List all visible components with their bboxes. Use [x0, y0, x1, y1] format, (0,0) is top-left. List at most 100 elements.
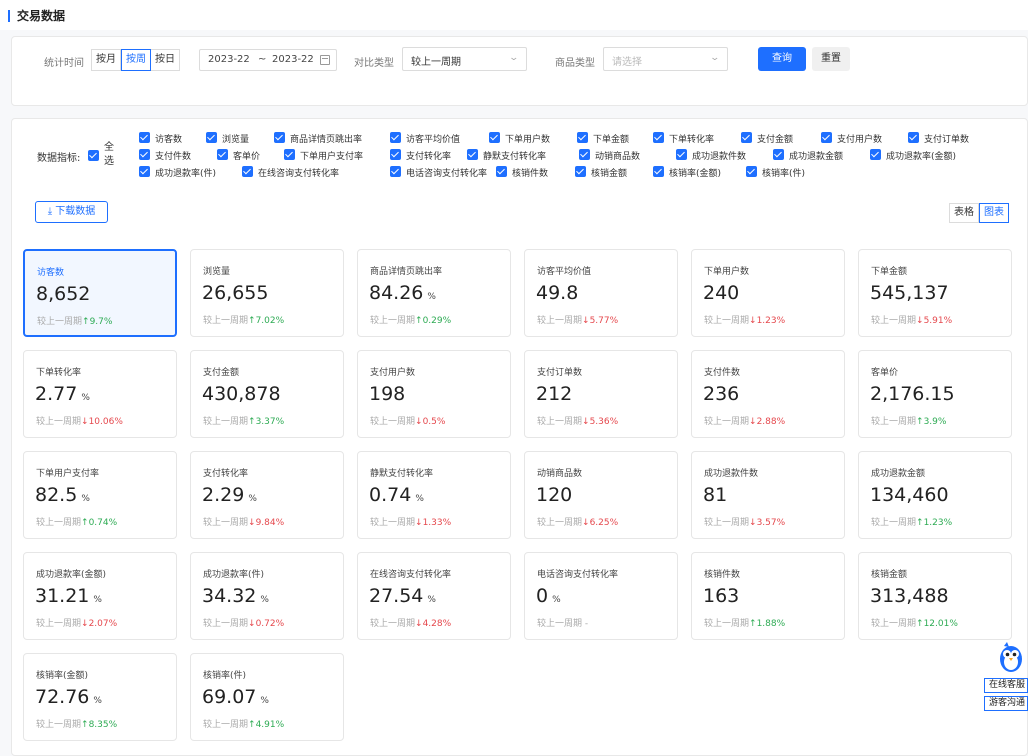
view-chart-button[interactable]: 图表 — [979, 203, 1009, 223]
trade-data-page: 交易数据 统计时间 按月 按周 按日 2023-22 ~ 2023-22 对比类… — [0, 0, 1028, 756]
kpi-card[interactable]: 支付件数 236 较上一周期↓2.88% — [691, 350, 845, 438]
kpi-card[interactable]: 下单转化率 2.77% 较上一周期↓10.06% — [23, 350, 177, 438]
metric-option-label: 支付金额 — [757, 135, 794, 145]
kpi-delta: ↑8.35% — [81, 720, 117, 730]
metric-checkbox[interactable] — [274, 132, 285, 143]
kpi-card[interactable]: 商品详情页跳出率 84.26% 较上一周期↑0.29% — [357, 249, 511, 337]
goods-type-select[interactable]: 请选择 ⌄ — [603, 47, 728, 71]
metric-option-label: 成功退款件数 — [692, 152, 747, 162]
metric-checkbox[interactable] — [579, 149, 590, 160]
metric-checkbox[interactable] — [242, 166, 253, 177]
kpi-card[interactable]: 核销件数 163 较上一周期↑1.88% — [691, 552, 845, 640]
kpi-card[interactable]: 在线咨询支付转化率 27.54% 较上一周期↓4.28% — [357, 552, 511, 640]
metric-checkbox[interactable] — [217, 149, 228, 160]
kpi-card[interactable]: 支付金额 430,878 较上一周期↑3.37% — [190, 350, 344, 438]
metric-checkbox[interactable] — [773, 149, 784, 160]
kpi-card[interactable]: 下单用户数 240 较上一周期↓1.23% — [691, 249, 845, 337]
kpi-value-row: 8,652 — [36, 283, 94, 305]
kpi-compare: 较上一周期↑8.35% — [36, 717, 117, 730]
metric-checkbox[interactable] — [653, 132, 664, 143]
metric-checkbox[interactable] — [139, 166, 150, 177]
kpi-delta-value: 5.91% — [923, 316, 953, 326]
date-end: 2023-22 — [272, 54, 314, 65]
view-table-button[interactable]: 表格 — [949, 203, 979, 223]
kpi-card[interactable]: 访客平均价值 49.8 较上一周期↓5.77% — [524, 249, 678, 337]
metric-checkbox[interactable] — [390, 166, 401, 177]
kpi-card[interactable]: 核销金额 313,488 较上一周期↑12.01% — [858, 552, 1012, 640]
select-all-checkbox[interactable] — [88, 150, 99, 161]
kpi-compare: 较上一周期↓5.77% — [537, 313, 618, 326]
metric-checkbox[interactable] — [575, 166, 586, 177]
kpi-card[interactable]: 核销率(金额) 72.76% 较上一周期↑8.35% — [23, 653, 177, 741]
metric-checkbox[interactable] — [390, 149, 401, 160]
compare-label: 对比类型 — [354, 58, 394, 69]
metric-checkbox[interactable] — [139, 149, 150, 160]
metric-checkbox[interactable] — [870, 149, 881, 160]
calendar-icon — [320, 55, 330, 65]
granularity-month[interactable]: 按月 — [91, 49, 121, 71]
kpi-card[interactable]: 支付转化率 2.29% 较上一周期↓9.84% — [190, 451, 344, 539]
kpi-card[interactable]: 访客数 8,652 较上一周期↑9.7% — [23, 249, 177, 337]
kpi-unit: % — [81, 494, 90, 504]
kpi-name: 成功退款件数 — [704, 469, 759, 479]
kpi-card[interactable]: 动销商品数 120 较上一周期↓6.25% — [524, 451, 678, 539]
kpi-delta-value: 0.29% — [422, 316, 452, 326]
metric-option-label: 支付件数 — [155, 152, 192, 162]
kpi-card[interactable]: 静默支付转化率 0.74% 较上一周期↓1.33% — [357, 451, 511, 539]
metric-checkbox[interactable] — [206, 132, 217, 143]
metric-checkbox[interactable] — [653, 166, 664, 177]
granularity-week[interactable]: 按周 — [121, 49, 151, 71]
kpi-card[interactable]: 成功退款金额 134,460 较上一周期↑1.23% — [858, 451, 1012, 539]
customer-service-widget[interactable]: 在线客服 游客沟通 — [984, 640, 1028, 712]
kpi-card[interactable]: 支付用户数 198 较上一周期↓0.5% — [357, 350, 511, 438]
arrow-down-icon: ↓ — [81, 417, 89, 427]
kpi-card[interactable]: 成功退款率(件) 34.32% 较上一周期↓0.72% — [190, 552, 344, 640]
kpi-delta: ↓1.23% — [749, 316, 785, 326]
metric-checkbox[interactable] — [489, 132, 500, 143]
kpi-card[interactable]: 下单金额 545,137 较上一周期↓5.91% — [858, 249, 1012, 337]
kpi-value-row: 163 — [703, 585, 743, 607]
metric-checkbox[interactable] — [496, 166, 507, 177]
query-button[interactable]: 查询 — [758, 47, 806, 71]
metric-checkbox[interactable] — [577, 132, 588, 143]
kpi-card[interactable]: 成功退款率(金额) 31.21% 较上一周期↓2.07% — [23, 552, 177, 640]
metric-checkbox[interactable] — [908, 132, 919, 143]
section-title: 交易数据 — [17, 9, 66, 23]
reset-button[interactable]: 重置 — [812, 47, 850, 71]
metric-option-label: 访客平均价值 — [406, 135, 461, 145]
kpi-name: 下单金额 — [871, 267, 908, 277]
kpi-card[interactable]: 电话咨询支付转化率 0% 较上一周期 - — [524, 552, 678, 640]
metrics-panel: 数据指标: 全选 访客数 浏览量 商品详情页跳出率 访客平均价值 下单用户数 下单金额 下单… — [11, 118, 1028, 756]
metric-checkbox[interactable] — [746, 166, 757, 177]
kpi-card[interactable]: 客单价 2,176.15 较上一周期↑3.9% — [858, 350, 1012, 438]
metric-checkbox[interactable] — [821, 132, 832, 143]
kpi-value: 26,655 — [202, 282, 269, 304]
visitor-chat-link[interactable]: 游客沟通 — [984, 696, 1028, 711]
kpi-value-row: 212 — [536, 383, 576, 405]
kpi-delta: ↑4.91% — [248, 720, 284, 730]
download-button[interactable]: ⤓ 下载数据 — [35, 201, 108, 223]
kpi-card[interactable]: 浏览量 26,655 较上一周期↑7.02% — [190, 249, 344, 337]
kpi-card[interactable]: 支付订单数 212 较上一周期↓5.36% — [524, 350, 678, 438]
metric-checkbox[interactable] — [676, 149, 687, 160]
kpi-compare: 较上一周期↓4.28% — [370, 616, 451, 629]
online-service-link[interactable]: 在线客服 — [984, 678, 1028, 693]
date-range-picker[interactable]: 2023-22 ~ 2023-22 — [199, 49, 337, 71]
kpi-name: 成功退款率(金额) — [36, 570, 107, 580]
kpi-value-row: 0% — [536, 585, 561, 607]
metric-checkbox[interactable] — [741, 132, 752, 143]
metric-checkbox[interactable] — [284, 149, 295, 160]
compare-type-select[interactable]: 较上一周期 ⌄ — [402, 47, 527, 71]
kpi-compare-prefix: 较上一周期 — [871, 417, 917, 427]
kpi-name: 电话咨询支付转化率 — [537, 570, 619, 580]
kpi-card[interactable]: 下单用户支付率 82.5% 较上一周期↑0.74% — [23, 451, 177, 539]
metric-checkbox[interactable] — [467, 149, 478, 160]
kpi-value: 430,878 — [202, 383, 281, 405]
kpi-card[interactable]: 成功退款件数 81 较上一周期↓3.57% — [691, 451, 845, 539]
kpi-card[interactable]: 核销率(件) 69.07% 较上一周期↑4.91% — [190, 653, 344, 741]
kpi-delta-value: 4.91% — [255, 720, 285, 730]
metric-checkbox[interactable] — [390, 132, 401, 143]
granularity-day[interactable]: 按日 — [151, 49, 180, 71]
metric-checkbox[interactable] — [139, 132, 150, 143]
metric-option-label: 静默支付转化率 — [483, 152, 547, 162]
